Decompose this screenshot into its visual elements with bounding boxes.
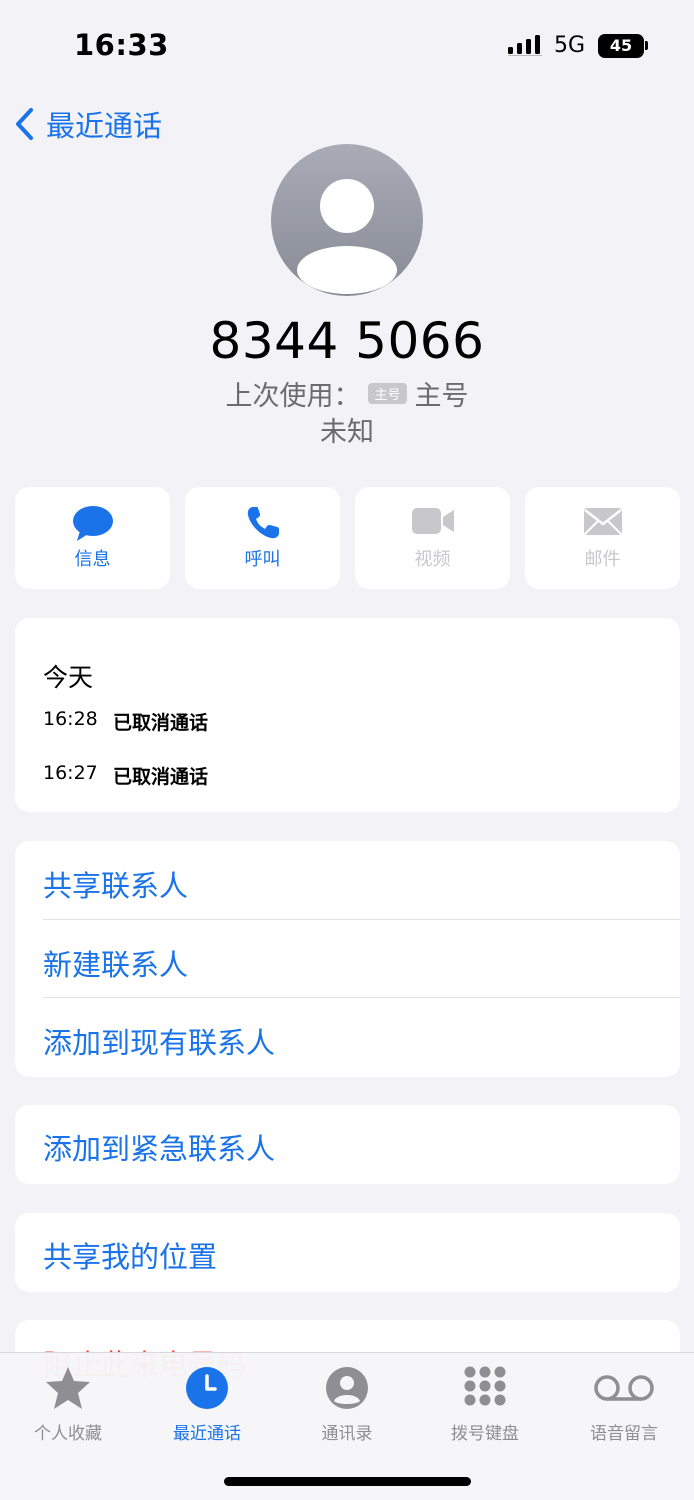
video-icon	[411, 508, 454, 534]
sim-name: 主号	[414, 381, 469, 412]
mail-button[interactable]: 邮件	[525, 487, 680, 589]
tab-contacts[interactable]: 通讯录	[287, 1365, 407, 1444]
sim-tag: 主号	[368, 383, 407, 404]
tab-label: 通讯录	[321, 1424, 373, 1444]
video-label: 视频	[414, 549, 451, 570]
call-history-card: 今天 16:28 已取消通话 16:27 已取消通话	[15, 618, 680, 812]
call-status: 已取消通话	[113, 766, 209, 788]
new-contact-button[interactable]: 新建联系人	[43, 942, 188, 984]
share-contact-button[interactable]: 共享联系人	[43, 863, 188, 905]
back-button[interactable]: 最近通话	[14, 104, 162, 144]
share-location-button[interactable]: 共享我的位置	[43, 1234, 217, 1276]
tab-label: 个人收藏	[34, 1424, 102, 1444]
person-icon	[326, 1367, 368, 1409]
tab-voicemail[interactable]: 语音留言	[564, 1365, 684, 1444]
voicemail-icon	[594, 1375, 654, 1401]
message-label: 信息	[74, 549, 111, 570]
call-row: 16:27 已取消通话	[43, 762, 208, 789]
phone-icon	[247, 507, 279, 539]
phone-number: 8344 5066	[209, 312, 485, 370]
location-card: 共享我的位置	[15, 1213, 680, 1292]
battery-cap	[645, 41, 648, 50]
call-time: 16:28	[43, 708, 98, 730]
status-time: 16:33	[74, 28, 169, 62]
call-button[interactable]: 呼叫	[185, 487, 340, 589]
emergency-card: 添加到紧急联系人	[15, 1105, 680, 1184]
location-label: 未知	[320, 417, 374, 448]
add-emergency-contact-button[interactable]: 添加到紧急联系人	[43, 1126, 275, 1168]
tab-label: 最近通话	[173, 1424, 241, 1444]
back-label: 最近通话	[46, 109, 163, 143]
tab-recents[interactable]: 最近通话	[147, 1365, 267, 1444]
signal-icon	[508, 35, 542, 56]
call-day: 今天	[43, 663, 94, 692]
home-indicator	[224, 1477, 471, 1486]
video-button[interactable]: 视频	[355, 487, 510, 589]
tab-keypad[interactable]: 拨号键盘	[425, 1365, 545, 1444]
message-button[interactable]: 信息	[15, 487, 170, 589]
add-existing-contact-button[interactable]: 添加到现有联系人	[43, 1020, 275, 1062]
tab-label: 拨号键盘	[451, 1424, 519, 1444]
clock-icon	[186, 1367, 228, 1409]
keypad-icon	[464, 1366, 506, 1406]
network-label: 5G	[554, 33, 586, 58]
mail-label: 邮件	[584, 549, 621, 570]
contact-actions-card: 共享联系人 新建联系人 添加到现有联系人	[15, 841, 680, 1077]
battery-icon: 45	[598, 34, 644, 58]
person-silhouette-icon	[297, 179, 397, 294]
call-label: 呼叫	[244, 549, 281, 570]
tab-favorites[interactable]: 个人收藏	[8, 1365, 128, 1444]
message-icon	[72, 506, 113, 541]
last-used-line: 上次使用： 主号 主号	[0, 374, 694, 413]
call-status: 已取消通话	[113, 712, 209, 734]
avatar	[271, 144, 423, 296]
call-row: 16:28 已取消通话	[43, 708, 208, 735]
last-used-label: 上次使用：	[225, 381, 361, 412]
star-icon	[46, 1367, 90, 1409]
tab-label: 语音留言	[590, 1424, 658, 1444]
chevron-left-icon	[16, 108, 33, 140]
divider	[43, 919, 680, 920]
mail-icon	[583, 508, 622, 535]
call-time: 16:27	[43, 762, 98, 784]
divider	[43, 997, 680, 998]
